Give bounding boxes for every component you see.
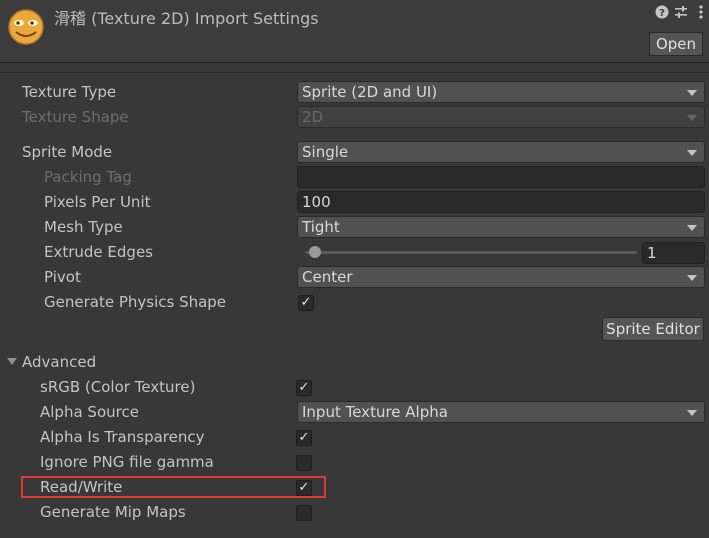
generate-mip-maps-checkbox[interactable] — [296, 505, 312, 521]
extrude-edges-label: Extrude Edges — [44, 243, 153, 261]
dropdown-arrow-icon — [687, 225, 697, 231]
pixels-per-unit-field[interactable]: 100 — [297, 191, 705, 213]
texture-type-label: Texture Type — [22, 83, 117, 101]
alpha-is-transparency-label: Alpha Is Transparency — [40, 428, 205, 446]
extrude-edges-slider-handle[interactable] — [309, 246, 321, 258]
ignore-png-gamma-checkbox[interactable] — [296, 455, 312, 471]
preset-icon[interactable] — [673, 4, 689, 20]
more-menu-icon[interactable] — [693, 4, 709, 20]
pixels-per-unit-label: Pixels Per Unit — [44, 193, 151, 211]
texture-shape-value: 2D — [302, 108, 324, 126]
alpha-source-label: Alpha Source — [40, 403, 139, 421]
generate-physics-shape-checkbox[interactable]: ✓ — [298, 295, 314, 311]
dropdown-arrow-icon — [687, 410, 697, 416]
texture-shape-dropdown: 2D — [297, 106, 705, 128]
pivot-value: Center — [302, 268, 353, 286]
pivot-label: Pivot — [44, 268, 81, 286]
inspector-title: 滑稽 (Texture 2D) Import Settings — [54, 9, 319, 28]
mesh-type-dropdown[interactable]: Tight — [297, 216, 705, 238]
sprite-mode-value: Single — [302, 143, 349, 161]
sprite-mode-dropdown[interactable]: Single — [297, 141, 705, 163]
srgb-checkbox[interactable]: ✓ — [296, 380, 312, 396]
svg-text:?: ? — [659, 8, 665, 19]
sprite-mode-label: Sprite Mode — [22, 143, 113, 161]
sprite-editor-button[interactable]: Sprite Editor — [602, 317, 704, 341]
mesh-type-label: Mesh Type — [44, 218, 123, 236]
dropdown-arrow-icon — [687, 150, 697, 156]
alpha-is-transparency-checkbox[interactable]: ✓ — [296, 430, 312, 446]
dropdown-arrow-icon — [687, 115, 697, 121]
mesh-type-value: Tight — [302, 218, 340, 236]
inspector-header: 滑稽 (Texture 2D) Import Settings ? Open — [0, 0, 709, 62]
texture-shape-label: Texture Shape — [22, 108, 129, 126]
alpha-source-dropdown[interactable]: Input Texture Alpha — [297, 401, 705, 423]
extrude-edges-field[interactable]: 1 — [642, 242, 705, 264]
texture-type-dropdown[interactable]: Sprite (2D and UI) — [297, 81, 705, 103]
dropdown-arrow-icon — [687, 90, 697, 96]
generate-physics-shape-label: Generate Physics Shape — [44, 293, 227, 311]
extrude-edges-slider-track[interactable] — [305, 251, 637, 254]
texture-type-value: Sprite (2D and UI) — [302, 83, 438, 101]
read-write-highlight-box — [21, 476, 326, 498]
srgb-label: sRGB (Color Texture) — [40, 378, 196, 396]
advanced-foldout-label[interactable]: Advanced — [22, 353, 96, 371]
ignore-png-gamma-label: Ignore PNG file gamma — [40, 453, 214, 471]
open-button[interactable]: Open — [649, 32, 703, 56]
header-divider — [0, 62, 709, 63]
packing-tag-field[interactable] — [297, 166, 705, 188]
packing-tag-label: Packing Tag — [44, 168, 132, 186]
section-divider — [0, 72, 709, 73]
pivot-dropdown[interactable]: Center — [297, 266, 705, 288]
texture-thumbnail-icon — [8, 9, 44, 45]
alpha-source-value: Input Texture Alpha — [302, 403, 448, 421]
help-icon[interactable]: ? — [654, 4, 670, 20]
dropdown-arrow-icon — [687, 275, 697, 281]
generate-mip-maps-label: Generate Mip Maps — [40, 503, 186, 521]
foldout-arrow-icon[interactable] — [7, 358, 17, 365]
